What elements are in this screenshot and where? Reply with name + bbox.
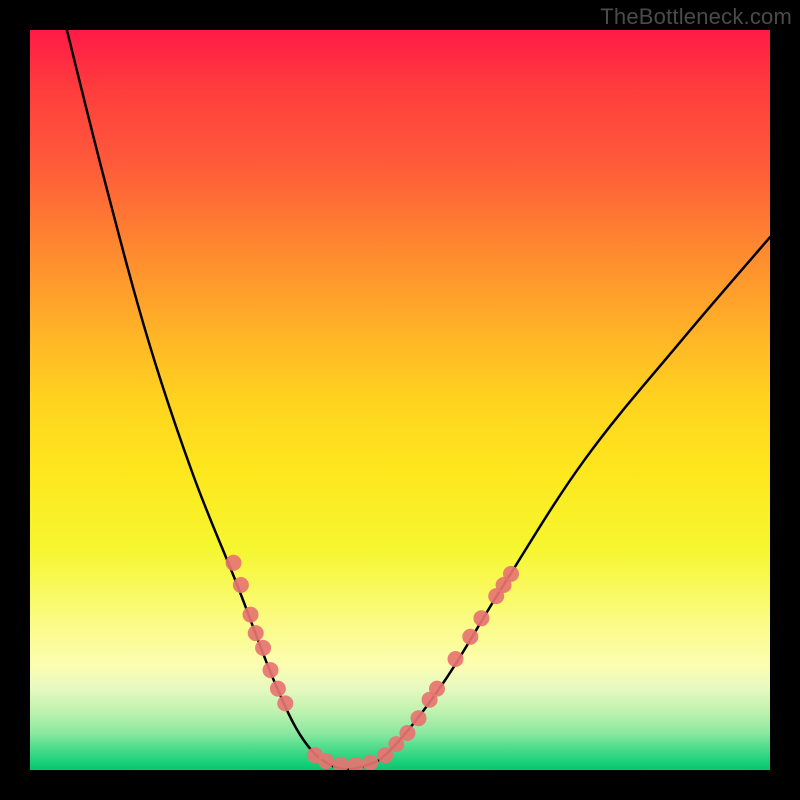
watermark-text: TheBottleneck.com [600, 4, 792, 30]
curve-line [60, 30, 770, 769]
chart-svg [30, 30, 770, 770]
chart-frame: TheBottleneck.com [0, 0, 800, 800]
plot-area [30, 30, 770, 770]
curve-markers [226, 555, 520, 770]
